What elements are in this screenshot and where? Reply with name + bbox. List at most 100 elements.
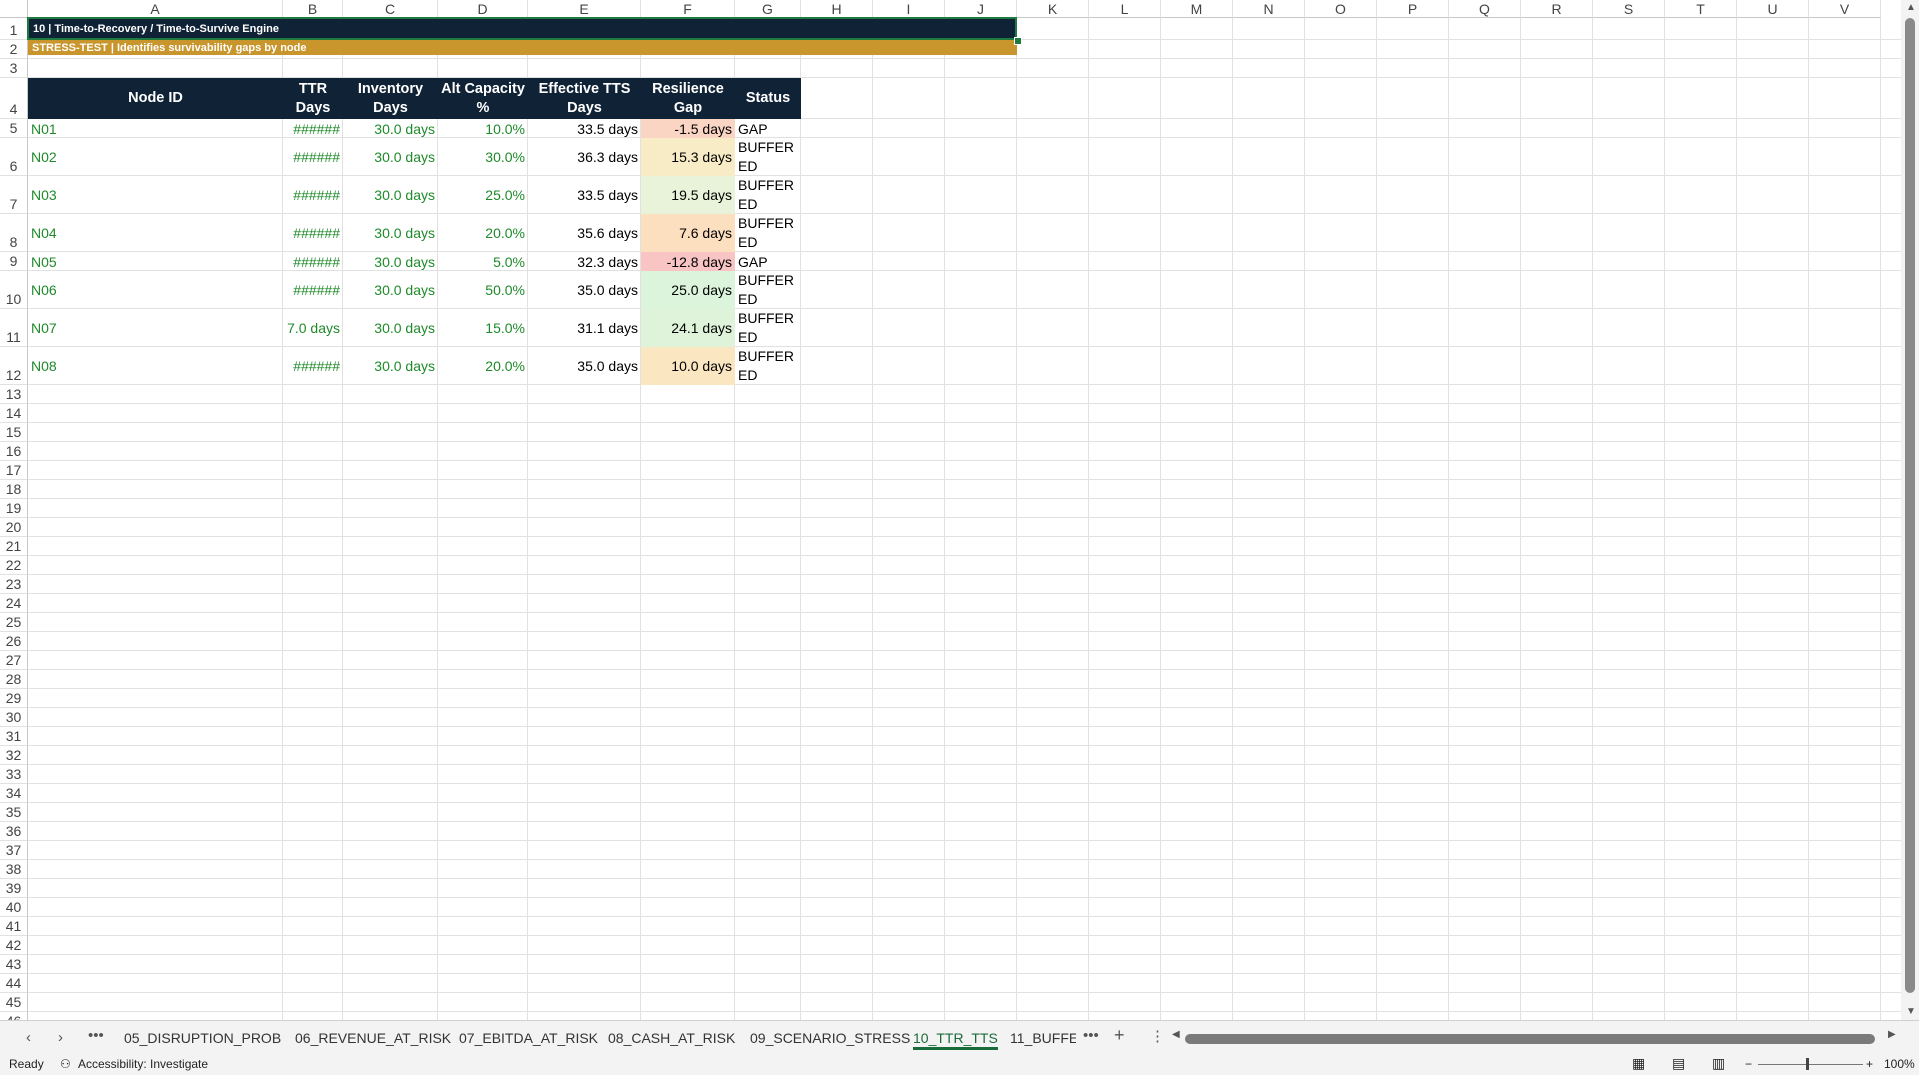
table-cell[interactable]: GAP xyxy=(735,252,801,271)
table-cell[interactable]: 30.0% xyxy=(438,138,528,176)
row-header[interactable]: 20 xyxy=(0,518,28,537)
table-header-cell[interactable]: Node ID xyxy=(28,78,283,119)
table-cell[interactable]: 35.0 days xyxy=(528,347,641,385)
table-cell[interactable]: 35.0 days xyxy=(528,271,641,309)
zoom-out-icon[interactable]: − xyxy=(1745,1057,1752,1071)
row-header[interactable]: 19 xyxy=(0,499,28,518)
sheet-title-cell[interactable]: 10 | Time-to-Recovery / Time-to-Survive … xyxy=(28,18,1017,40)
row-header[interactable]: 14 xyxy=(0,404,28,423)
row-header[interactable]: 11 xyxy=(0,309,28,347)
table-cell[interactable]: 30.0 days xyxy=(343,252,438,271)
table-cell[interactable]: 33.5 days xyxy=(528,119,641,138)
sheet-tab[interactable]: 10_TTR_TTS xyxy=(913,1021,998,1054)
row-header[interactable]: 6 xyxy=(0,138,28,176)
page-break-icon[interactable]: ▥ xyxy=(1712,1055,1725,1072)
table-cell[interactable]: N03 xyxy=(28,176,283,214)
row-header[interactable]: 28 xyxy=(0,670,28,689)
column-header[interactable]: L xyxy=(1089,0,1161,18)
table-cell[interactable]: ###### xyxy=(283,214,343,252)
table-cell[interactable]: 30.0 days xyxy=(343,309,438,347)
column-header[interactable]: V xyxy=(1809,0,1881,18)
table-cell[interactable]: 30.0 days xyxy=(343,138,438,176)
table-cell[interactable]: 7.6 days xyxy=(641,214,735,252)
scroll-down-icon[interactable]: ▼ xyxy=(1906,1006,1916,1017)
row-header[interactable]: 36 xyxy=(0,822,28,841)
row-header[interactable]: 3 xyxy=(0,59,28,78)
table-cell[interactable]: BUFFERED xyxy=(735,347,801,385)
table-cell[interactable]: 36.3 days xyxy=(528,138,641,176)
table-cell[interactable]: 30.0 days xyxy=(343,347,438,385)
table-cell[interactable]: 15.0% xyxy=(438,309,528,347)
zoom-slider[interactable] xyxy=(1758,1064,1863,1065)
table-header-cell[interactable]: TTR Days xyxy=(283,78,343,119)
table-cell[interactable]: ###### xyxy=(283,252,343,271)
table-cell[interactable]: 30.0 days xyxy=(343,271,438,309)
table-header-cell[interactable]: Alt Capacity % xyxy=(438,78,528,119)
more-sheets-left-icon[interactable]: ••• xyxy=(88,1027,104,1044)
row-header[interactable]: 33 xyxy=(0,765,28,784)
table-cell[interactable]: BUFFERED xyxy=(735,176,801,214)
row-header[interactable]: 46 xyxy=(0,1012,28,1020)
accessibility-status[interactable]: Accessibility: Investigate xyxy=(78,1057,208,1071)
row-header[interactable]: 22 xyxy=(0,556,28,575)
table-cell[interactable]: BUFFERED xyxy=(735,138,801,176)
table-cell[interactable]: 20.0% xyxy=(438,347,528,385)
table-cell[interactable]: 24.1 days xyxy=(641,309,735,347)
column-header[interactable]: M xyxy=(1161,0,1233,18)
table-cell[interactable]: -1.5 days xyxy=(641,119,735,138)
more-sheets-right-icon[interactable]: ••• xyxy=(1083,1027,1099,1044)
column-header[interactable]: N xyxy=(1233,0,1305,18)
row-header[interactable]: 4 xyxy=(0,78,28,119)
column-header[interactable]: G xyxy=(735,0,801,18)
zoom-level[interactable]: 100% xyxy=(1884,1057,1915,1071)
column-header[interactable]: R xyxy=(1521,0,1593,18)
row-header[interactable]: 41 xyxy=(0,917,28,936)
normal-view-icon[interactable]: ▦ xyxy=(1632,1055,1645,1072)
row-header[interactable]: 8 xyxy=(0,214,28,252)
table-cell[interactable]: BUFFERED xyxy=(735,271,801,309)
row-header[interactable]: 43 xyxy=(0,955,28,974)
column-header[interactable]: P xyxy=(1377,0,1449,18)
table-cell[interactable]: 10.0% xyxy=(438,119,528,138)
sheet-tab[interactable]: 08_CASH_AT_RISK xyxy=(608,1021,735,1054)
zoom-slider-thumb[interactable] xyxy=(1806,1058,1809,1070)
select-all-corner[interactable] xyxy=(0,0,28,18)
table-cell[interactable]: 20.0% xyxy=(438,214,528,252)
table-cell[interactable]: 25.0% xyxy=(438,176,528,214)
table-cell[interactable]: 35.6 days xyxy=(528,214,641,252)
row-header[interactable]: 21 xyxy=(0,537,28,556)
table-cell[interactable]: ###### xyxy=(283,119,343,138)
row-header[interactable]: 23 xyxy=(0,575,28,594)
row-header[interactable]: 40 xyxy=(0,898,28,917)
row-header[interactable]: 27 xyxy=(0,651,28,670)
table-cell[interactable]: BUFFERED xyxy=(735,309,801,347)
table-cell[interactable]: 33.5 days xyxy=(528,176,641,214)
scroll-right-icon[interactable]: ▶ xyxy=(1888,1029,1896,1040)
table-cell[interactable]: N08 xyxy=(28,347,283,385)
vertical-scrollbar[interactable]: ▲ ▼ xyxy=(1901,0,1919,1020)
horizontal-scroll-thumb[interactable] xyxy=(1185,1034,1875,1044)
column-header[interactable]: J xyxy=(945,0,1017,18)
row-header[interactable]: 29 xyxy=(0,689,28,708)
row-header[interactable]: 15 xyxy=(0,423,28,442)
row-header[interactable]: 37 xyxy=(0,841,28,860)
table-cell[interactable]: 15.3 days xyxy=(641,138,735,176)
row-header[interactable]: 7 xyxy=(0,176,28,214)
column-header[interactable]: E xyxy=(528,0,641,18)
column-header[interactable]: O xyxy=(1305,0,1377,18)
table-cell[interactable]: 50.0% xyxy=(438,271,528,309)
column-header[interactable]: U xyxy=(1737,0,1809,18)
table-cell[interactable]: 31.1 days xyxy=(528,309,641,347)
table-cell[interactable]: N04 xyxy=(28,214,283,252)
page-layout-icon[interactable]: ▤ xyxy=(1672,1055,1685,1072)
table-cell[interactable]: 32.3 days xyxy=(528,252,641,271)
row-header[interactable]: 25 xyxy=(0,613,28,632)
row-header[interactable]: 12 xyxy=(0,347,28,385)
scroll-left-icon[interactable]: ◀ xyxy=(1172,1029,1180,1040)
row-header[interactable]: 35 xyxy=(0,803,28,822)
column-header[interactable]: T xyxy=(1665,0,1737,18)
table-cell[interactable]: 5.0% xyxy=(438,252,528,271)
row-header[interactable]: 1 xyxy=(0,18,28,40)
sheet-tab[interactable]: 07_EBITDA_AT_RISK xyxy=(459,1021,598,1054)
table-cell[interactable]: 30.0 days xyxy=(343,176,438,214)
